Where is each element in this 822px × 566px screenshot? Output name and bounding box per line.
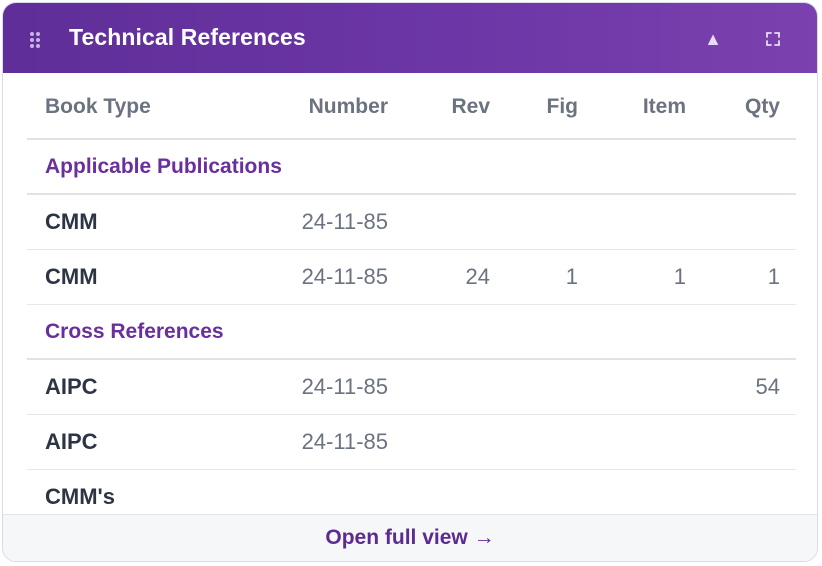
cell-item: 1 (673, 264, 686, 289)
column-header-number: Number (308, 94, 388, 118)
section-label: Cross References (45, 319, 224, 343)
cell-number: 24-11-85 (301, 209, 388, 234)
cell-number: 24-11-85 (301, 429, 388, 454)
cell-type: CMM (45, 209, 98, 234)
cell-type: AIPC (45, 429, 98, 454)
fullscreen-button[interactable] (759, 25, 787, 53)
cell-number: 24-11-85 (301, 264, 388, 289)
section-header-row: Cross References (27, 305, 796, 360)
table-row[interactable]: AIPC 24-11-85 54 (27, 360, 796, 415)
column-header-book-type: Book Type (45, 94, 151, 118)
triangle-up-icon: ▲ (704, 28, 722, 49)
drag-handle-icon[interactable] (30, 32, 40, 48)
section-label: Applicable Publications (45, 154, 282, 178)
technical-references-card: Technical References ▲ Book Type Number … (2, 2, 818, 562)
collapse-button[interactable]: ▲ (699, 25, 727, 53)
column-header-fig: Fig (546, 94, 579, 118)
table-row[interactable]: AIPC 24-11-85 (27, 415, 796, 470)
cell-type: AIPC (45, 374, 98, 399)
table-row[interactable]: CMM 24-11-85 (27, 195, 796, 250)
column-header-item: Item (642, 94, 686, 118)
cell-qty: 54 (755, 374, 780, 399)
cell-type: CMM (45, 264, 98, 289)
cell-rev: 24 (465, 264, 490, 289)
table-header-row: Book Type Number Rev Fig Item Qty (27, 75, 796, 140)
cell-qty: 1 (767, 264, 780, 289)
column-header-qty: Qty (744, 94, 780, 118)
references-table: Book Type Number Rev Fig Item Qty Applic… (27, 75, 796, 525)
card-footer: Open full view → (3, 514, 817, 561)
card-header: Technical References ▲ (3, 3, 817, 73)
column-header-rev: Rev (451, 94, 490, 118)
cell-number: 24-11-85 (301, 374, 388, 399)
open-full-view-link[interactable]: Open full view → (325, 526, 494, 550)
card-title: Technical References (69, 24, 306, 50)
fullscreen-icon (766, 32, 780, 46)
cell-fig: 1 (565, 264, 578, 289)
table-row[interactable]: CMM 24-11-85 24 1 1 1 (27, 250, 796, 305)
section-header-row: Applicable Publications (27, 140, 796, 195)
